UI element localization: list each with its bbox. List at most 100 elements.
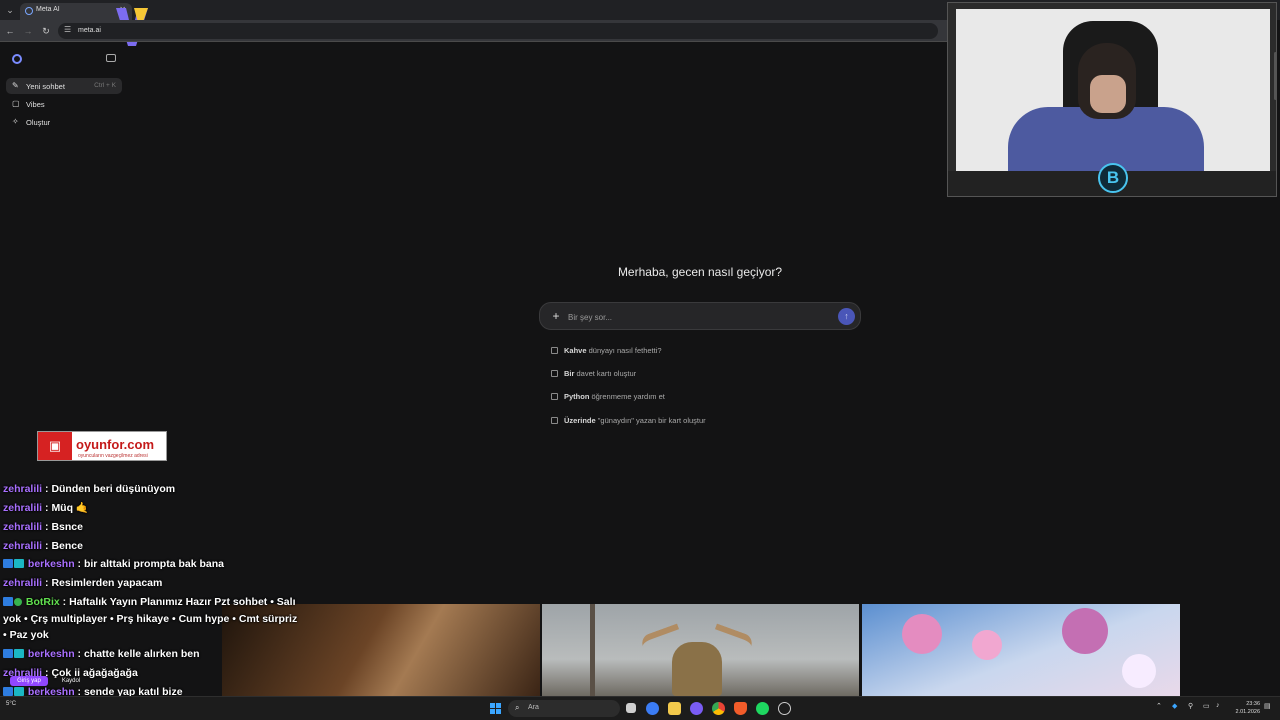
verified-bot-badge-icon <box>14 598 22 606</box>
chat-text: : bir alttaki prompta bak bana <box>74 558 224 570</box>
suggestion-icon <box>551 370 558 377</box>
sponsor-banner: ▣ oyunfor.com oyuncuların vazgeçilmez ad… <box>37 431 167 461</box>
sidebar-item-create[interactable]: ✧ Oluştur <box>6 114 122 130</box>
chat-username: zehralili <box>3 521 43 533</box>
prompt-box[interactable]: + ↑ <box>539 302 861 330</box>
search-icon: ⌕ <box>515 703 520 712</box>
sidebar-item-shortcut: Ctrl + K <box>94 82 116 89</box>
login-button[interactable]: Giriş yap <box>10 676 48 686</box>
send-button[interactable]: ↑ <box>838 308 855 325</box>
chat-text: : chatte kelle alırken ben <box>74 648 200 660</box>
streamer-face <box>1090 75 1126 113</box>
chat-username: berkeshn <box>27 558 75 570</box>
windows-start-icon[interactable] <box>490 703 501 714</box>
suggestion-item[interactable]: Üzerinde "günaydın" yazan bir kart oluşt… <box>551 416 706 428</box>
copilot-icon[interactable] <box>646 702 659 715</box>
subscriber-badge-icon <box>14 559 24 568</box>
vibes-thumbnail[interactable] <box>862 604 1180 696</box>
meta-ai-logo-icon[interactable] <box>12 54 22 64</box>
prime-badge-icon <box>3 649 13 658</box>
vibes-thumbnail[interactable] <box>542 604 859 696</box>
url-text: meta.ai <box>78 27 101 34</box>
sidebar-item-label: Oluştur <box>26 118 51 127</box>
suggestion-item[interactable]: Python öğrenmeme yardım et <box>551 392 665 404</box>
sponsor-name: oyunfor.com <box>76 437 155 452</box>
subscriber-badge-icon <box>14 687 24 696</box>
suggestion-item[interactable]: Bir davet kartı oluştur <box>551 369 636 381</box>
suggestion-item[interactable]: Kahve dünyayı nasıl fethetti? <box>551 346 662 358</box>
file-explorer-icon[interactable] <box>668 702 681 715</box>
tray-chevron-icon[interactable]: ⌃ <box>1156 702 1162 710</box>
prime-badge-icon <box>3 687 13 696</box>
clock-time: 23:36 <box>1246 701 1260 707</box>
subscriber-badge-icon <box>14 649 24 658</box>
prompt-input[interactable] <box>568 310 828 324</box>
scrollbar-thumb[interactable] <box>1274 52 1277 100</box>
prime-badge-icon <box>3 559 13 568</box>
volume-icon[interactable]: ♪ <box>1216 702 1220 709</box>
taskbar-search[interactable]: ⌕ Ara <box>508 700 620 717</box>
prime-badge-icon <box>3 597 13 606</box>
chat-message: zehralili : Dünden beri düşünüyom <box>3 481 303 498</box>
sidebar-toggle-icon[interactable] <box>106 54 116 62</box>
forward-icon[interactable]: → <box>22 25 34 37</box>
spotify-icon[interactable] <box>756 702 769 715</box>
chat-message: zehralili : Resimlerden yapacam <box>3 575 303 592</box>
magic-wand-icon: ✧ <box>12 117 19 126</box>
chat-text: : Dünden beri düşünüyom <box>42 483 176 495</box>
tab-title: Meta AI <box>36 6 60 13</box>
chat-username: BotRix <box>25 596 60 608</box>
discord-icon[interactable] <box>690 702 703 715</box>
webcam-overlay: B <box>947 2 1277 197</box>
reload-icon[interactable]: ↻ <box>40 25 52 37</box>
tray-app-icon[interactable]: ◆ <box>1172 702 1177 710</box>
back-icon[interactable]: ← <box>4 25 16 37</box>
microphone-icon[interactable]: ⚲ <box>1188 702 1193 710</box>
sidebar-item-vibes[interactable]: ▢ Vibes <box>6 96 122 112</box>
chat-username: berkeshn <box>27 648 75 660</box>
meta-ai-favicon-icon <box>25 7 33 15</box>
weather-widget[interactable]: 5°C <box>6 701 16 707</box>
attach-plus-icon[interactable]: + <box>549 309 563 323</box>
chat-message: zehralili : Bsnce <box>3 519 303 536</box>
new-chat-icon: ✎ <box>12 81 19 90</box>
address-bar[interactable]: ☰ meta.ai <box>58 23 938 39</box>
task-view-icon[interactable] <box>626 703 636 713</box>
twitch-icon: ▣ <box>38 432 72 460</box>
chat-message: berkeshn : chatte kelle alırken ben <box>3 646 303 663</box>
site-info-icon[interactable]: ☰ <box>64 25 71 34</box>
signup-button[interactable]: Kaydol <box>52 676 90 686</box>
settings-icon[interactable] <box>778 702 791 715</box>
sidebar-item-label: Vibes <box>26 100 45 109</box>
chat-message: zehralili : Müq 🤙 <box>3 500 303 517</box>
sidebar-item-new-chat[interactable]: ✎ Yeni sohbet Ctrl + K <box>6 78 122 94</box>
clock-date: 2.01.2026 <box>1235 709 1260 715</box>
suggestion-icon <box>551 347 558 354</box>
clock[interactable]: 23:36 2.01.2026 <box>1232 700 1260 716</box>
chat-text: : Müq 🤙 <box>42 502 90 514</box>
suggestion-icon <box>551 393 558 400</box>
chat-message: BotRix : Haftalık Yayın Planımız Hazır P… <box>3 594 301 644</box>
chat-message: berkeshn : bir alttaki prompta bak bana <box>3 556 303 573</box>
network-icon[interactable]: ▭ <box>1203 702 1210 710</box>
tab-search-icon[interactable]: ⌄ <box>4 4 16 16</box>
vibes-icon: ▢ <box>12 99 20 108</box>
chat-message: zehralili : Bence <box>3 538 303 555</box>
browser-navbar: ← → ↻ ☰ meta.ai <box>0 20 950 42</box>
streamer-b-logo-icon: B <box>1098 163 1128 193</box>
chat-username: zehralili <box>3 483 43 495</box>
screen: ⌄ Meta AI ✕ ← → ↻ ☰ meta.ai ✎ Yeni sohbe… <box>0 0 1280 720</box>
chat-text: : Bsnce <box>42 521 83 533</box>
chat-username: zehralili <box>3 502 43 514</box>
suggestion-icon <box>551 417 558 424</box>
notification-icon[interactable]: ▤ <box>1264 702 1271 710</box>
search-placeholder: Ara <box>528 704 539 711</box>
page-scrollbar[interactable] <box>1273 42 1278 696</box>
chrome-icon[interactable] <box>712 702 725 715</box>
brave-icon[interactable] <box>734 702 747 715</box>
chat-text: : Resimlerden yapacam <box>42 577 163 589</box>
windows-taskbar: 5°C ⌕ Ara ⌃ ◆ ⚲ ▭ ♪ 23:36 2.01.2026 ▤ <box>0 696 1280 720</box>
greeting-title: Merhaba, gecen nasıl geçiyor? <box>617 265 783 279</box>
chat-username: zehralili <box>3 540 43 552</box>
sidebar-item-label: Yeni sohbet <box>26 82 65 91</box>
